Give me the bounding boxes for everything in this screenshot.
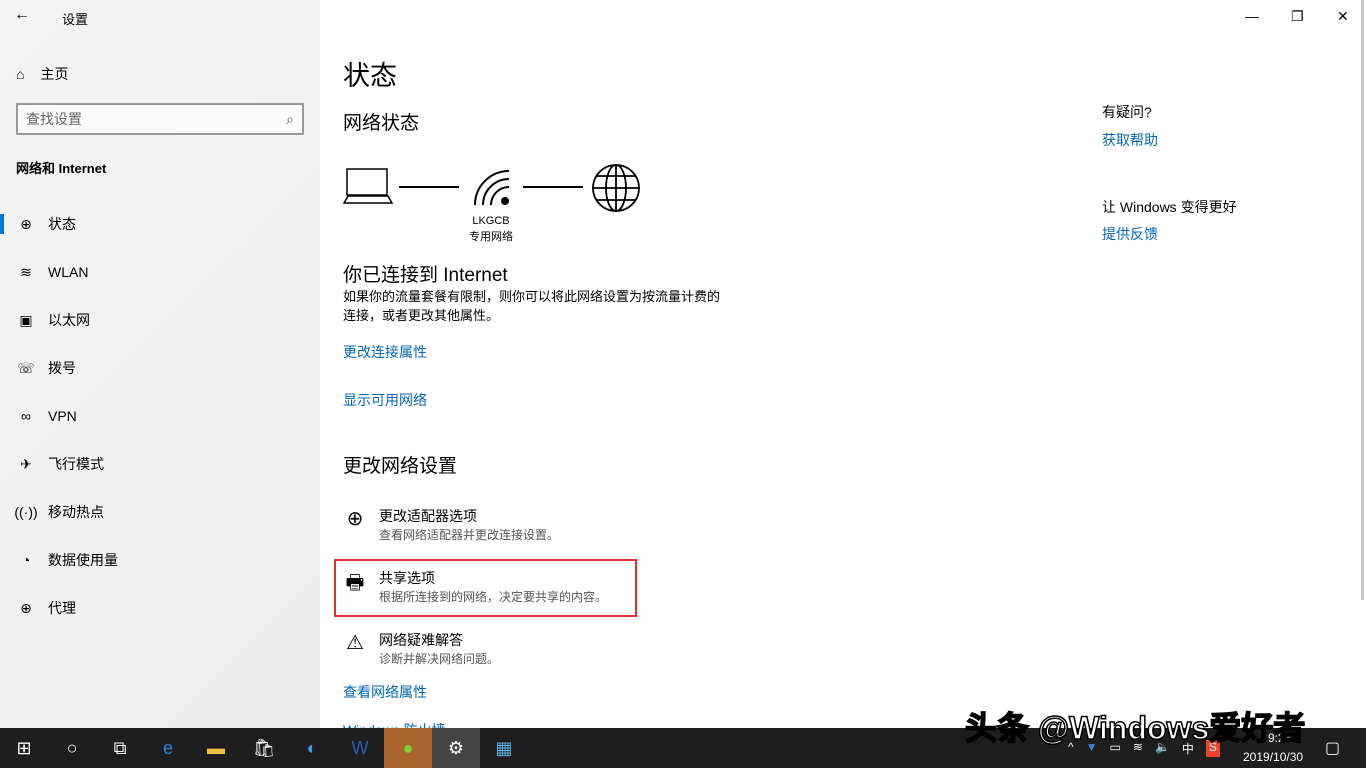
store-icon[interactable]: 🛍 [240, 728, 288, 768]
troubleshoot-item[interactable]: ⚠网络疑难解答诊断并解决网络问题。 [343, 630, 499, 667]
sidebar-item-4[interactable]: ∞VPN [0, 396, 320, 436]
sidebar-home[interactable]: ⌂主页 [16, 64, 68, 84]
search-input[interactable]: 查找设置⌕ [16, 103, 304, 135]
network-status-heading: 网络状态 [343, 108, 419, 135]
scrollbar[interactable] [1361, 0, 1364, 600]
clock-date[interactable]: 2019/10/30 [1243, 750, 1303, 764]
network-diagram [343, 163, 643, 215]
file-explorer-icon[interactable]: ▬ [192, 728, 240, 768]
browser-icon[interactable]: ◐ [288, 728, 336, 768]
start-button[interactable]: ⊞ [0, 728, 48, 768]
highlight-box [334, 559, 637, 617]
page-title: 状态 [343, 54, 397, 93]
sidebar-item-7[interactable]: ◔数据使用量 [0, 540, 320, 580]
adapter-options-item[interactable]: ⊕更改适配器选项查看网络适配器并更改连接设置。 [343, 506, 559, 543]
edge-icon[interactable]: e [144, 728, 192, 768]
hotspot-icon: ((·)) [0, 504, 48, 520]
sidebar-item-2[interactable]: ▣以太网 [0, 300, 320, 340]
sidebar-item-6[interactable]: ((·))移动热点 [0, 492, 320, 532]
connected-description: 如果你的流量套餐有限制，则你可以将此网络设置为按流量计费的连接，或者更改其他属性… [343, 287, 720, 325]
show-available-networks-link[interactable]: 显示可用网络 [343, 390, 427, 410]
improve-heading: 让 Windows 变得更好 [1102, 197, 1237, 217]
restore-button[interactable]: ❐ [1291, 8, 1304, 25]
word-icon[interactable]: W [336, 728, 384, 768]
dialup-icon: ☏ [0, 360, 48, 377]
laptop-icon [344, 169, 392, 203]
airplane-icon: ✈ [0, 456, 48, 473]
notification-icon[interactable]: ▢ [1325, 738, 1340, 758]
wechat-icon[interactable]: ● [384, 728, 432, 768]
view-network-properties-link[interactable]: 查看网络属性 [343, 682, 427, 702]
close-button[interactable]: ✕ [1337, 8, 1349, 25]
proxy-icon: ⊕ [0, 600, 48, 617]
change-connection-properties-link[interactable]: 更改连接属性 [343, 342, 427, 362]
network-label: LKGCB专用网络 [462, 213, 520, 245]
status-globe-icon: ⊕ [0, 216, 48, 233]
warning-icon: ⚠ [343, 630, 367, 655]
wifi-icon [475, 171, 509, 205]
data-usage-icon: ◔ [0, 552, 48, 568]
sidebar-item-8[interactable]: ⊕代理 [0, 588, 320, 628]
wifi-icon: ≋ [0, 264, 48, 281]
globe-icon [593, 165, 639, 211]
sidebar-item-3[interactable]: ☏拨号 [0, 348, 320, 388]
sidebar-item-5[interactable]: ✈飞行模式 [0, 444, 320, 484]
ethernet-icon: ▣ [0, 312, 48, 329]
sidebar-section-title: 网络和 Internet [16, 158, 106, 177]
search-icon: ⌕ [286, 111, 294, 128]
back-button[interactable]: ← [14, 6, 30, 24]
connected-heading: 你已连接到 Internet [343, 260, 508, 287]
adapter-icon: ⊕ [343, 506, 367, 531]
change-settings-heading: 更改网络设置 [343, 451, 457, 478]
sidebar-item-0[interactable]: ⊕状态 [0, 204, 320, 244]
home-icon: ⌂ [16, 66, 24, 82]
minimize-button[interactable]: — [1245, 8, 1259, 24]
vpn-icon: ∞ [0, 408, 48, 424]
settings-taskbar-icon[interactable]: ⚙ [432, 728, 480, 768]
watermark: 头条 @Windows爱好者 [965, 703, 1305, 749]
sidebar-item-1[interactable]: ≋WLAN [0, 252, 320, 292]
task-view-button[interactable]: ⧉ [96, 728, 144, 768]
cortana-button[interactable]: ○ [48, 728, 96, 768]
app-title: 设置 [62, 9, 88, 28]
app-icon[interactable]: ▦ [480, 728, 528, 768]
feedback-link[interactable]: 提供反馈 [1102, 224, 1158, 244]
get-help-link[interactable]: 获取帮助 [1102, 130, 1158, 150]
help-question: 有疑问? [1102, 102, 1152, 122]
